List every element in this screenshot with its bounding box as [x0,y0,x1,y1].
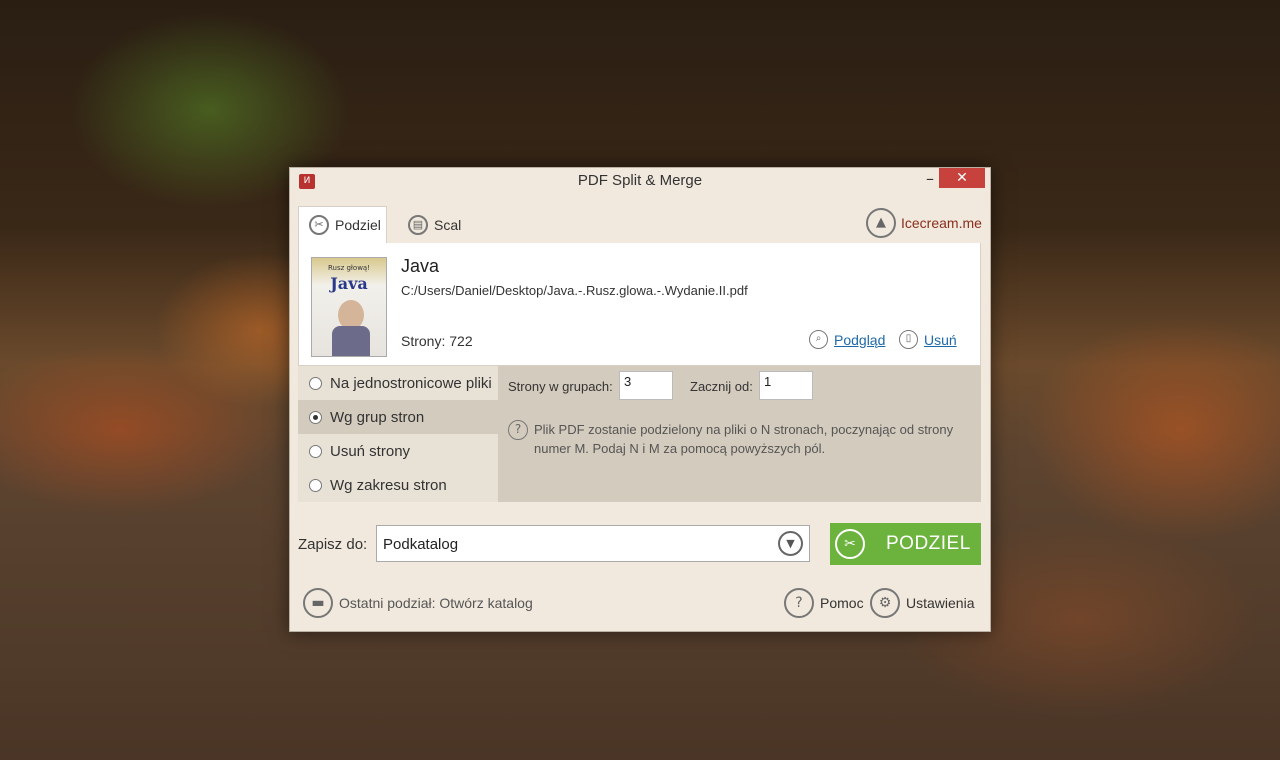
scissors-icon: ✂ [309,215,329,235]
start-from-label: Zacznij od: [690,379,753,394]
cover-top-text: Rusz głową! [327,264,371,272]
brand-link[interactable]: ▲ Icecream.me [866,208,982,238]
save-to-label: Zapisz do: [298,536,368,553]
page-count: Strony: 722 [401,333,473,349]
merge-icon: ▤ [408,214,428,235]
question-icon: ? [784,588,814,618]
close-button[interactable]: ✕ [939,168,985,188]
start-from-input[interactable]: 1 [759,371,813,400]
help-icon: ? [508,420,528,440]
split-button-label: PODZIEL [886,533,971,554]
cover-title-text: Java [330,274,368,293]
last-split-link[interactable]: ▬ Ostatni podział: Otwórz katalog [303,588,533,618]
pages-per-group-label: Strony w grupach: [508,379,613,394]
mode-single-pages[interactable]: Na jednostronicowe pliki [298,366,498,400]
brand-label: Icecream.me [901,215,982,231]
help-text: Plik PDF zostanie podzielony na pliki o … [534,422,954,456]
settings-label: Ustawienia [906,595,975,611]
gear-icon: ⚙ [870,588,900,618]
split-button[interactable]: ✂ PODZIEL [830,523,981,565]
mode-page-range[interactable]: Wg zakresu stron [298,468,498,502]
mode-label: Usuń strony [330,442,411,460]
tab-merge[interactable]: ▤ Scal [398,206,478,243]
radio-button[interactable] [309,376,322,390]
mode-label: Wg grup stron [330,408,425,426]
save-to-value: Podkatalog [383,536,459,553]
chevron-down-icon[interactable]: ▼ [778,531,803,556]
folder-icon: ▬ [303,588,333,618]
radio-button-checked[interactable] [309,410,322,424]
file-panel: Rusz głową! Java Java C:/Users/Daniel/De… [298,243,981,366]
tab-split-label: Podziel [335,217,381,233]
icecream-icon: ▲ [866,208,896,238]
file-path: C:/Users/Daniel/Desktop/Java.-.Rusz.glow… [401,283,748,298]
scissors-icon: ✂ [835,529,865,559]
title-bar: И PDF Split & Merge – ✕ [290,168,990,194]
preview-button[interactable]: ⌕ Podgląd [809,330,885,349]
pages-per-group-input[interactable]: 3 [619,371,673,400]
help-button[interactable]: ? Pomoc [784,588,864,618]
preview-link[interactable]: Podgląd [834,332,885,348]
mode-options-panel: Strony w grupach: 3 Zacznij od: 1 ? Plik… [498,366,981,502]
split-mode-list: Na jednostronicowe pliki Wg grup stron U… [298,366,498,502]
magnifier-icon: ⌕ [809,330,828,349]
remove-link[interactable]: Usuń [924,332,957,348]
mode-page-groups[interactable]: Wg grup stron [298,400,498,434]
cover-body [332,326,370,356]
mode-remove-pages[interactable]: Usuń strony [298,434,498,468]
trash-icon: ▯ [899,330,918,349]
tab-merge-label: Scal [434,216,462,233]
last-split-label: Ostatni podział: Otwórz katalog [339,595,533,611]
book-cover-thumbnail: Rusz głową! Java [311,257,387,357]
help-label: Pomoc [820,595,864,611]
app-window: И PDF Split & Merge – ✕ ✂ Podziel ▤ Scal… [289,167,991,632]
file-name: Java [401,256,440,276]
radio-button[interactable] [309,444,322,458]
window-title: PDF Split & Merge [577,172,703,189]
mode-label: Na jednostronicowe pliki [330,374,492,392]
settings-button[interactable]: ⚙ Ustawienia [870,588,974,618]
save-to-dropdown[interactable]: Podkatalog ▼ [376,525,810,562]
tab-split[interactable]: ✂ Podziel [298,206,387,243]
radio-button[interactable] [309,478,322,492]
remove-button[interactable]: ▯ Usuń [899,330,957,349]
minimize-button[interactable]: – [920,170,940,190]
mode-label: Wg zakresu stron [330,476,447,494]
